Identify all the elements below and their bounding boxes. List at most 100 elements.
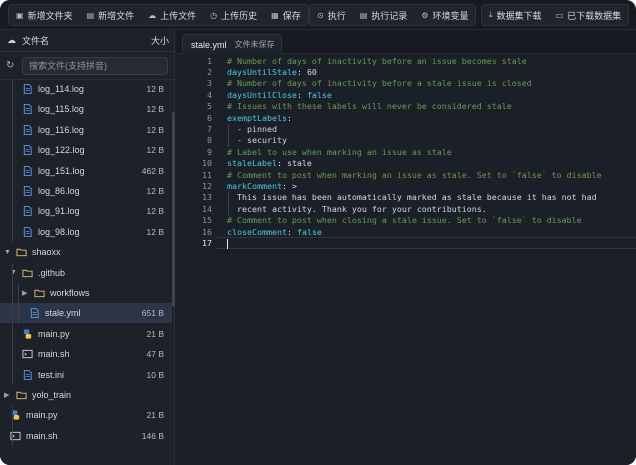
code-token: 60 <box>306 66 317 77</box>
toolbar-button-label: 上传文件 <box>160 10 197 21</box>
tree-item-name: log_91.log <box>38 206 80 217</box>
toolbar-button[interactable]: ▭ 已下载数据集 <box>549 5 629 25</box>
line-number: 12 <box>202 180 212 191</box>
toolbar-button-label: 执行记录 <box>371 10 408 21</box>
code-line[interactable]: - security <box>227 135 287 146</box>
toolbar-group: ⊙ 执行 ▤ 执行记录 ⚙ 环境变量 <box>309 4 477 26</box>
code-line[interactable]: # Label to use when marking an issue as … <box>227 147 452 158</box>
code-area[interactable]: 1 # Number of days of inactivity before a… <box>176 54 636 465</box>
toolbar-button-label: 保存 <box>282 10 301 21</box>
toolbar-button[interactable]: ⊙ 执行 <box>310 5 353 25</box>
toolbar-button[interactable]: ▦ 保存 <box>264 5 308 25</box>
tree-file-row[interactable]: main.sh 146 B <box>0 426 172 446</box>
document-icon <box>22 369 33 381</box>
unsaved-status: 文件未保存 <box>234 40 275 49</box>
code-line[interactable]: # Issues with these labels will never be… <box>227 101 512 112</box>
tree-file-row[interactable]: test.ini 10 B <box>0 365 172 385</box>
code-line[interactable]: daysUntilStale: 60 <box>227 67 317 78</box>
tree-item-name: yolo_train <box>32 390 72 400</box>
chevron-right-icon[interactable]: ▶ <box>22 289 27 297</box>
document-icon <box>22 83 33 95</box>
toolbar-button[interactable]: ▤ 新增文件 <box>80 5 142 25</box>
file-search-input[interactable] <box>22 57 168 75</box>
python-file-icon <box>22 328 33 340</box>
toolbar-button[interactable]: ⤓ 数据集下载 <box>482 5 549 25</box>
line-number: 17 <box>202 237 212 248</box>
code-line[interactable]: # Number of days of inactivity before an… <box>227 56 527 67</box>
code-line[interactable]: staleLabel: stale <box>227 158 312 169</box>
chevron-right-icon[interactable]: ▶ <box>4 391 9 399</box>
tree-item-size: 651 B <box>141 308 164 319</box>
tree-file-row[interactable]: main.sh 47 B <box>0 344 172 364</box>
tree-file-row[interactable]: stale.yml 651 B <box>0 303 172 324</box>
tree-item-size: 12 B <box>146 84 165 94</box>
code-token: # Issues with these labels will never be… <box>227 101 512 112</box>
tree-file-row[interactable]: log_122.log 12 B <box>0 140 172 160</box>
history-icon: ◷ <box>210 10 218 20</box>
tree-item-size: 47 B <box>146 349 165 360</box>
tree-file-row[interactable]: log_98.log 12 B <box>0 222 172 242</box>
tree-item-size: 12 B <box>146 145 165 156</box>
code-line[interactable]: # Comment to post when marking an issue … <box>227 170 602 181</box>
tree-item-size: 21 B <box>146 410 165 421</box>
toolbar-button-label: 新增文件 <box>98 10 135 21</box>
code-line[interactable]: - pinned <box>227 124 277 135</box>
toolbar-button-label: 执行 <box>327 10 346 21</box>
toolbar-button[interactable]: ⚙ 环境变量 <box>414 5 475 25</box>
toolbar-button[interactable]: ☁ 上传文件 <box>141 5 203 25</box>
tree-folder-row[interactable]: ▼ .github <box>0 263 172 283</box>
line-number: 6 <box>207 112 212 123</box>
tree-file-row[interactable]: log_114.log 12 B <box>0 80 172 99</box>
line-number: 2 <box>207 66 212 77</box>
line-number: 14 <box>202 203 212 214</box>
tree-item-name: main.py <box>38 328 70 339</box>
code-token: false <box>306 89 332 100</box>
tree-file-row[interactable]: log_115.log 12 B <box>0 99 172 119</box>
code-line[interactable]: This issue has been automatically marked… <box>227 192 597 203</box>
code-line[interactable]: # Number of days of inactivity before a … <box>227 78 532 89</box>
line-number: 13 <box>202 192 212 203</box>
tree-file-row[interactable]: main.py 21 B <box>0 405 172 425</box>
code-line[interactable]: markComment: > <box>227 181 297 192</box>
tree-file-row[interactable]: log_86.log 12 B <box>0 181 172 201</box>
log-icon: ▤ <box>359 10 368 20</box>
refresh-icon[interactable]: ↻ <box>6 60 14 71</box>
code-token: false <box>296 226 322 237</box>
document-icon <box>22 144 33 156</box>
code-line[interactable]: recent activity. Thank you for your cont… <box>227 204 487 215</box>
tree-file-row[interactable]: log_91.log 12 B <box>0 201 172 221</box>
chevron-down-icon[interactable]: ▼ <box>4 249 11 256</box>
toolbar-button[interactable]: ▤ 执行记录 <box>353 5 415 25</box>
document-icon <box>29 307 40 319</box>
tab-filename: stale.yml <box>191 39 227 50</box>
tree-file-row[interactable]: log_151.log 462 B <box>0 161 172 181</box>
document-icon <box>22 103 33 115</box>
toolbar-button[interactable]: ▣ 新增文件夹 <box>9 5 80 25</box>
file-plus-icon: ▤ <box>86 10 95 20</box>
tree-folder-row[interactable]: ▶ workflows <box>0 283 172 303</box>
download-icon: ⤓ <box>489 10 493 19</box>
code-line[interactable]: closeComment: false <box>227 227 322 238</box>
tree-folder-row[interactable]: ▶ yolo_train <box>0 385 172 405</box>
document-icon <box>22 165 33 177</box>
tree-file-row[interactable]: log_116.log 12 B <box>0 120 172 140</box>
code-token: # Number of days of inactivity before an… <box>227 55 527 66</box>
toolbar-group: ▣ 新增文件夹 ▤ 新增文件 ☁ 上传文件 ◷ 上传历史 ▦ 保存 <box>8 4 309 26</box>
tree-item-name: stale.yml <box>45 308 81 319</box>
tree-folder-row[interactable]: ▼ shaoxx <box>0 242 172 262</box>
toolbar-button-label: 已下载数据集 <box>567 10 622 21</box>
code-token: closeComment <box>227 226 287 237</box>
line-number: 7 <box>207 123 212 134</box>
code-line[interactable]: # Comment to post when closing a stale i… <box>227 215 582 226</box>
code-token: # Comment to post when marking an issue … <box>227 169 602 180</box>
sidebar-scrollbar[interactable] <box>172 112 175 307</box>
line-number: 11 <box>202 169 212 180</box>
code-line[interactable]: exemptLabels: <box>227 113 292 124</box>
code-line[interactable]: daysUntilClose: false <box>227 90 332 101</box>
toolbar-button-label: 数据集下载 <box>496 10 542 21</box>
code-token: # Number of days of inactivity before a … <box>227 78 532 89</box>
indent-guide <box>12 262 13 385</box>
tab-stale-yml[interactable]: stale.yml 文件未保存 <box>182 34 282 54</box>
tree-file-row[interactable]: main.py 21 B <box>0 324 172 344</box>
toolbar-button[interactable]: ◷ 上传历史 <box>203 5 264 25</box>
